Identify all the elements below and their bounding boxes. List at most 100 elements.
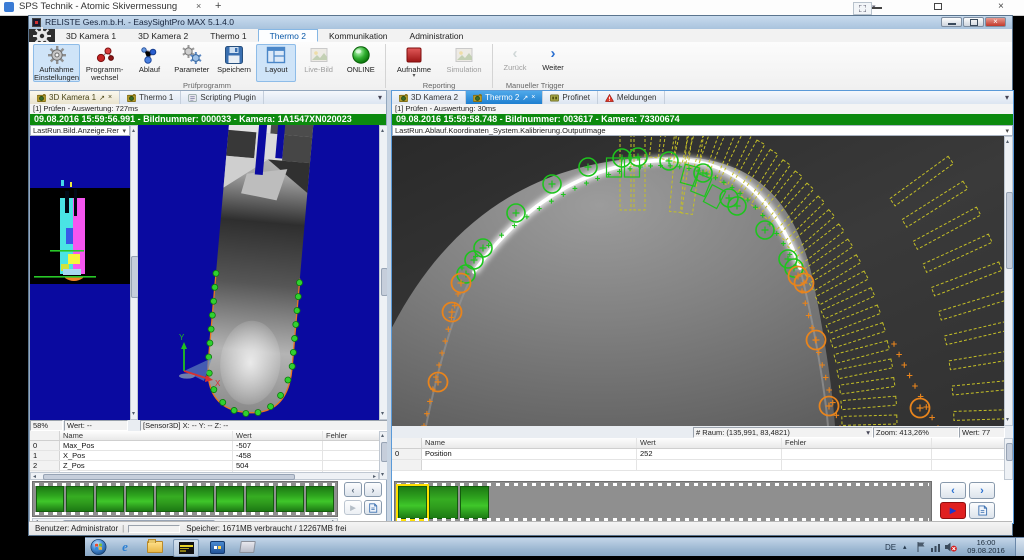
browser-tab[interactable]: SPS Technik - Atomic Skivermessung <box>19 1 177 12</box>
record-play-button[interactable]: ▶ <box>940 502 966 519</box>
scroll-right-icon[interactable]: ▸ <box>373 474 376 480</box>
tab-thermo-2[interactable]: Thermo 2 ↗ × <box>466 91 543 104</box>
output-image-dropdown[interactable]: LastRun.Ablauf.Koordinaten_System.Kalibr… <box>392 125 1013 136</box>
taskbar-system-icon[interactable] <box>205 539 229 555</box>
taskbar-folder-icon[interactable] <box>143 539 167 555</box>
scroll-up-icon[interactable]: ▴ <box>1006 139 1009 145</box>
action-center-flag-icon[interactable] <box>917 542 926 552</box>
next-image-button[interactable]: › <box>364 482 382 497</box>
save-record-button[interactable] <box>969 502 995 519</box>
filmstrip-tile[interactable] <box>36 486 64 512</box>
table-row[interactable]: 0 Position 252 <box>392 449 1004 460</box>
filmstrip-tile[interactable] <box>126 486 154 512</box>
show-desktop-button[interactable] <box>1015 538 1024 556</box>
start-button[interactable] <box>90 539 107 555</box>
tab-3d-kamera-2[interactable]: 3D Kamera 2 <box>392 91 466 104</box>
ablauf-button[interactable]: Ablauf <box>129 44 169 82</box>
simulation-button[interactable]: Simulation <box>440 44 488 82</box>
prev-image-button[interactable]: ‹ <box>344 482 362 497</box>
thermal-mini-view[interactable] <box>30 136 130 420</box>
ribbon-tab-thermo-1[interactable]: Thermo 1 <box>199 29 257 42</box>
app-minimize-button[interactable] <box>941 17 962 27</box>
ribbon-tab-3d-kamera-1[interactable]: 3D Kamera 1 <box>55 29 127 42</box>
col-wert[interactable]: Wert <box>233 431 323 440</box>
table-row[interactable]: 0 Max_Pos -507 <box>30 441 379 451</box>
weiter-button[interactable]: › Weiter <box>535 44 571 82</box>
app-title-bar[interactable]: RELISTE Ges.m.b.H. - EasySightPro MAX 5.… <box>29 16 1012 30</box>
online-button[interactable]: ONLINE <box>341 44 381 82</box>
pointcloud-3d-view[interactable]: Y X <box>138 125 379 420</box>
table-row[interactable]: 2 Z_Pos 504 <box>30 461 379 471</box>
play-button[interactable]: ▶ <box>344 500 362 515</box>
col-name[interactable]: Name <box>60 431 233 440</box>
tab-close-icon[interactable]: × <box>196 1 201 11</box>
taskbar-reliste-app-icon[interactable] <box>173 539 199 557</box>
ribbon-tab-administration[interactable]: Administration <box>399 29 475 42</box>
scroll-down-icon[interactable]: ▾ <box>132 411 135 417</box>
next-image-button[interactable]: › <box>969 482 995 499</box>
filmstrip-tile[interactable] <box>246 486 274 512</box>
language-indicator[interactable]: DE <box>885 543 896 552</box>
right-results-table[interactable]: Name Wert Fehler 0 Position 252 <box>392 438 1004 480</box>
scroll-up-icon[interactable]: ▴ <box>381 433 384 439</box>
layout-button[interactable]: Layout <box>256 44 296 82</box>
live-bild-button[interactable]: Live-Bild <box>298 44 338 82</box>
float-panel-icon[interactable]: ↗ <box>522 94 528 102</box>
calibration-image[interactable] <box>392 136 1004 426</box>
scroll-left-icon[interactable]: ◂ <box>33 474 36 480</box>
filmstrip-tile[interactable] <box>96 486 124 512</box>
left-results-table[interactable]: Name Wert Fehler 0 Max_Pos -507 1 X_Pos … <box>30 431 379 472</box>
volume-muted-icon[interactable] <box>945 542 957 552</box>
ribbon-tab-thermo-2[interactable]: Thermo 2 <box>258 29 318 42</box>
new-tab-button[interactable]: + <box>215 0 221 12</box>
tab-3d-kamera-1[interactable]: 3D Kamera 1 ↗ × <box>30 91 120 104</box>
programmwechsel-button[interactable]: Programm-wechsel <box>82 44 127 82</box>
zurueck-button[interactable]: ‹ Zurück <box>497 44 533 82</box>
aufnahme-einstellungen-button[interactable]: AufnahmeEinstellungen <box>33 44 80 82</box>
prev-image-button[interactable]: ‹ <box>940 482 966 499</box>
ribbon-tab-kommunikation[interactable]: Kommunikation <box>318 29 399 42</box>
app-restore-button[interactable] <box>963 17 984 27</box>
table-row[interactable]: 1 X_Pos -458 <box>30 451 379 461</box>
tab-meldungen[interactable]: Meldungen <box>598 91 665 104</box>
scroll-up-icon[interactable]: ▴ <box>381 128 384 134</box>
filmstrip-tile[interactable] <box>276 486 304 512</box>
tab-scripting-plugin[interactable]: Scripting Plugin <box>181 91 264 104</box>
taskbar-tool-icon[interactable] <box>235 539 259 555</box>
parameter-button[interactable]: Parameter <box>172 44 212 82</box>
col-name[interactable]: Name <box>422 438 637 448</box>
network-icon[interactable] <box>931 543 941 552</box>
fullscreen-control[interactable] <box>853 2 872 15</box>
tab-list-caret[interactable]: ▾ <box>1001 91 1013 104</box>
save-record-button[interactable] <box>364 500 382 515</box>
filmstrip-tile[interactable] <box>306 486 334 512</box>
ribbon-tab-3d-kamera-2[interactable]: 3D Kamera 2 <box>127 29 199 42</box>
tab-profinet[interactable]: Profinet <box>543 91 598 104</box>
right-table-vscrollbar[interactable] <box>1004 438 1013 480</box>
aufnahme-record-button[interactable]: Aufnahme ▾ <box>390 44 438 82</box>
filmstrip-tile[interactable] <box>66 486 94 512</box>
ribbon-menu-gear-tab[interactable] <box>29 29 55 42</box>
left-table-hscrollbar[interactable]: ◂ ▸ <box>30 472 379 480</box>
chevron-down-icon[interactable]: ▾ <box>866 428 872 437</box>
close-panel-icon[interactable]: × <box>531 94 535 101</box>
scroll-down-icon[interactable]: ▾ <box>1006 417 1009 423</box>
scroll-up-icon[interactable]: ▴ <box>132 128 135 134</box>
taskbar-ie-icon[interactable]: e <box>113 539 137 555</box>
close-panel-icon[interactable]: × <box>108 94 112 101</box>
filmstrip-tile[interactable] <box>460 486 489 519</box>
browser-minimize-button[interactable] <box>872 7 882 9</box>
scroll-down-icon[interactable]: ▾ <box>381 411 384 417</box>
right-image-vscrollbar[interactable]: ▴ ▾ <box>1004 136 1013 426</box>
browser-maximize-button[interactable] <box>934 3 942 10</box>
tab-thermo-1[interactable]: Thermo 1 <box>120 91 181 104</box>
taskbar-clock[interactable]: 16:0009.08.2016 <box>962 539 1010 555</box>
filmstrip-tile[interactable] <box>398 486 427 519</box>
scroll-down-icon[interactable]: ▾ <box>381 472 384 478</box>
speichern-button[interactable]: Speichern <box>214 44 254 82</box>
app-close-button[interactable]: × <box>985 17 1006 27</box>
filmstrip-tile[interactable] <box>156 486 184 512</box>
float-panel-icon[interactable]: ↗ <box>99 94 105 102</box>
render-source-dropdown[interactable]: LastRun.Bild.Anzeige.RenderedRecor:▾ <box>30 125 130 136</box>
filmstrip-tile[interactable] <box>429 486 458 519</box>
